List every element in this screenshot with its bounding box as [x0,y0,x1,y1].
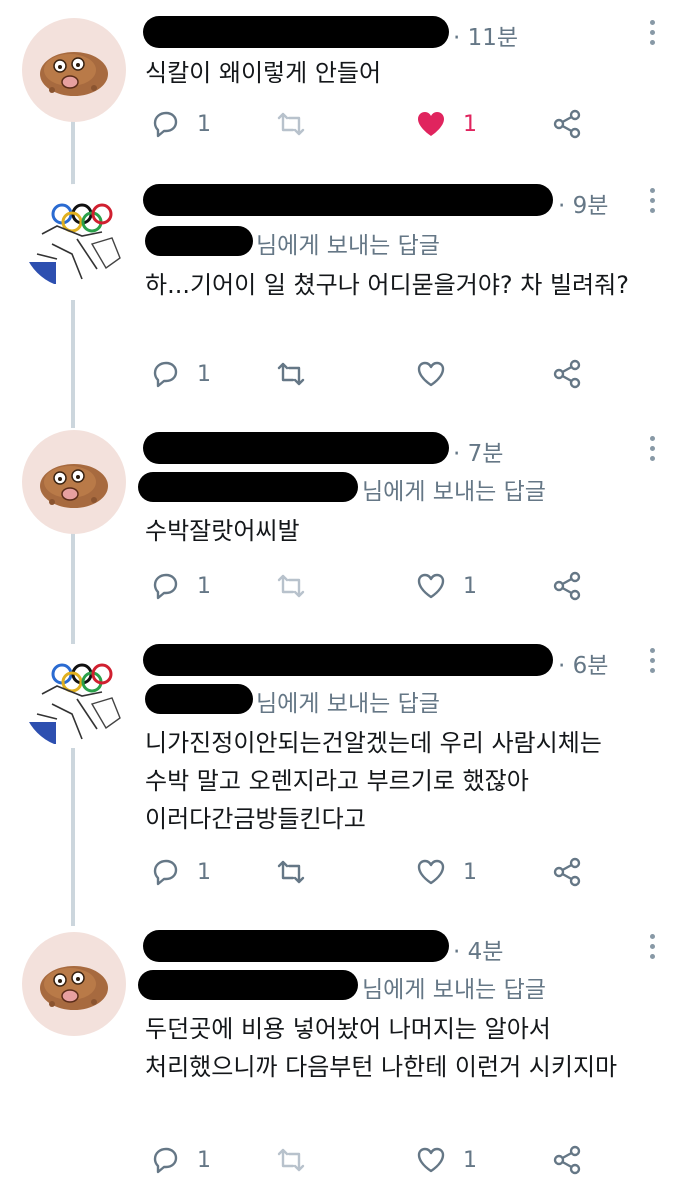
retweet-button[interactable] [275,566,307,606]
like-button[interactable] [415,354,447,394]
share-icon [553,857,581,887]
reply-icon [153,573,178,600]
tweet-text: 두던곳에 비용 넣어놨어 나머지는 알아서 처리했으니까 다음부턴 나한테 이런… [145,1015,618,1081]
redacted-username [143,184,553,216]
potato-avatar-icon [40,52,108,96]
avatar[interactable] [22,430,126,534]
reply-button[interactable]: 1 [149,852,211,892]
like-button[interactable]: 1 [415,104,477,144]
tweet-actions: 1 1 [145,1140,665,1180]
tweet[interactable]: · 9분 님에게 보내는 답글 하...기어이 일 쳤구나 어디묻을거야? 차 … [0,170,686,410]
reply-to-label: 님에게 보내는 답글 [256,233,440,259]
tweet-time: · 9분 [558,193,609,219]
more-options-icon[interactable] [650,20,656,50]
share-button[interactable] [551,1140,583,1180]
retweet-icon [277,112,305,136]
share-button[interactable] [551,104,583,144]
tweet[interactable]: · 4분 님에게 보내는 답글 두던곳에 비용 넣어놨어 나머지는 알아서 처리… [0,916,686,1200]
tweet-time: · 6분 [558,653,609,679]
like-button[interactable]: 1 [415,852,477,892]
tweet[interactable]: · 7분 님에게 보내는 답글 수박잘랏어씨발 1 1 [0,410,686,630]
reply-button[interactable]: 1 [149,104,211,144]
reply-icon [153,1147,178,1174]
potato-avatar-icon [40,464,108,508]
avatar[interactable] [22,184,126,288]
sketch-avatar-icon [28,203,121,284]
reply-icon [153,859,178,886]
tweet-actions: 1 1 [145,104,665,144]
heart-icon [417,859,445,885]
redacted-mention [138,472,358,502]
tweet-time: · 11분 [453,25,519,51]
share-button[interactable] [551,566,583,606]
reply-count: 1 [197,859,211,885]
tweet-time: · 4분 [453,939,504,965]
tweet-text: 하...기어이 일 쳤구나 어디묻을거야? 차 빌려줘? [145,271,629,299]
sketch-avatar-icon [28,663,121,744]
more-options-icon[interactable] [650,648,656,678]
reply-to-label: 님에게 보내는 답글 [256,691,440,717]
share-icon [553,109,581,139]
tweet[interactable]: · 11분 식칼이 왜이렇게 안들어 1 1 [0,0,686,170]
potato-avatar-icon [40,966,108,1010]
redacted-username [143,644,553,676]
heart-icon [417,361,445,387]
retweet-button[interactable] [275,852,307,892]
avatar[interactable] [22,932,126,1036]
avatar[interactable] [22,644,126,748]
more-options-icon[interactable] [650,188,656,218]
tweet-time: · 7분 [453,441,504,467]
share-button[interactable] [551,852,583,892]
retweet-icon [277,574,305,598]
share-icon [553,359,581,389]
tweet-actions: 1 1 [145,852,665,892]
reply-count: 1 [197,573,211,599]
redacted-mention [138,970,358,1000]
like-count: 1 [463,111,477,137]
reply-to-label: 님에게 보내는 답글 [362,977,546,1003]
reply-button[interactable]: 1 [149,566,211,606]
tweet[interactable]: · 6분 님에게 보내는 답글 니가진정이안되는건알겠는데 우리 사람시체는 수… [0,630,686,916]
reply-count: 1 [197,361,211,387]
tweet-text: 수박잘랏어씨발 [145,517,300,545]
reply-icon [153,361,178,388]
share-icon [553,1145,581,1175]
reply-count: 1 [197,111,211,137]
like-button[interactable]: 1 [415,1140,477,1180]
reply-button[interactable]: 1 [149,354,211,394]
retweet-icon [277,860,305,884]
reply-count: 1 [197,1147,211,1173]
heart-icon [417,1147,445,1173]
like-count: 1 [463,859,477,885]
retweet-icon [277,362,305,386]
redacted-username [143,16,449,48]
reply-button[interactable]: 1 [149,1140,211,1180]
share-button[interactable] [551,354,583,394]
like-count: 1 [463,573,477,599]
share-icon [553,571,581,601]
heart-icon [417,573,445,599]
like-count: 1 [463,1147,477,1173]
tweet-actions: 1 [145,354,665,394]
more-options-icon[interactable] [650,934,656,964]
retweet-button[interactable] [275,1140,307,1180]
reply-to-label: 님에게 보내는 답글 [362,479,546,505]
retweet-button[interactable] [275,354,307,394]
redacted-username [143,432,449,464]
reply-icon [153,111,178,138]
avatar[interactable] [22,18,126,122]
tweet-text: 니가진정이안되는건알겠는데 우리 사람시체는 수박 말고 오렌지라고 부르기로 … [145,729,602,833]
like-button[interactable]: 1 [415,566,477,606]
more-options-icon[interactable] [650,436,656,466]
heart-filled-icon [418,112,444,136]
retweet-icon [277,1148,305,1172]
retweet-button[interactable] [275,104,307,144]
tweet-text: 식칼이 왜이렇게 안들어 [145,59,382,87]
redacted-mention [145,684,253,714]
tweet-actions: 1 1 [145,566,665,606]
redacted-username [143,930,449,962]
redacted-mention [145,226,253,256]
